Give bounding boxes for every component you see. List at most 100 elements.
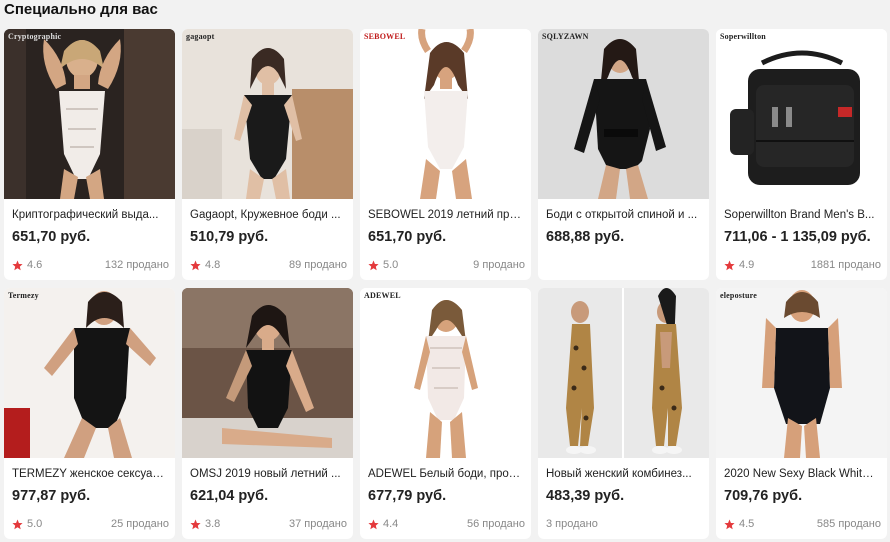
product-card[interactable]: gagaopt Gagaopt, Кружевное боди ... 510,… — [182, 29, 353, 280]
product-meta: 4.9 1881 продано — [724, 258, 881, 272]
sold-count: 1881 продано — [810, 259, 881, 271]
star-icon — [368, 260, 379, 270]
product-card[interactable]: SQLYZAWN Боди с открытой спиной и ... 68… — [538, 29, 709, 280]
product-image[interactable]: eleposture — [716, 288, 887, 458]
product-price: 711,06 - 1 135,09 руб. — [724, 229, 871, 245]
product-title[interactable]: ADEWEL Белый боди, проз... — [368, 468, 523, 480]
brand-watermark: Soperwillton — [720, 32, 766, 41]
product-image[interactable]: SQLYZAWN — [538, 29, 709, 199]
rating: 3.8 — [190, 518, 220, 530]
product-price: 977,87 руб. — [12, 488, 91, 504]
rating: 4.6 — [12, 259, 42, 271]
product-image[interactable]: gagaopt — [182, 29, 353, 199]
sold-count: 132 продано — [104, 259, 169, 271]
black-lace-bodysuit-photo — [4, 288, 175, 458]
product-image[interactable]: Soperwillton — [716, 29, 887, 199]
product-title[interactable]: Gagaopt, Кружевное боди ... — [190, 209, 345, 221]
product-card[interactable]: ADEWEL ADEWEL Белый боди, проз... 677,79… — [360, 288, 531, 539]
star-icon — [190, 260, 201, 270]
rating-value: 5.0 — [383, 259, 399, 271]
brand-watermark: SQLYZAWN — [542, 32, 589, 41]
rating: 4.4 — [368, 518, 398, 530]
brand-watermark: eleposture — [720, 291, 757, 300]
sold-count: 25 продано — [111, 518, 169, 530]
product-price: 651,70 руб. — [368, 229, 447, 245]
product-image[interactable] — [182, 288, 353, 458]
product-image[interactable]: ADEWEL — [360, 288, 531, 458]
brand-watermark: SEBOWEL — [364, 32, 406, 41]
rating-value: 5.0 — [27, 518, 43, 530]
sold-count: 585 продано — [816, 518, 881, 530]
product-title[interactable]: SEBOWEL 2019 летний про... — [368, 209, 523, 221]
rating-value: 4.6 — [27, 259, 43, 271]
product-price: 651,70 руб. — [12, 229, 91, 245]
product-card[interactable]: OMSJ 2019 новый летний ... 621,04 руб. 3… — [182, 288, 353, 539]
black-shoulder-bag-photo — [716, 29, 887, 199]
brand-watermark: Cryptographic — [8, 32, 62, 41]
product-card[interactable]: eleposture 2020 New Sexy Black White ...… — [716, 288, 887, 539]
white-bodysuit-photo — [360, 29, 531, 199]
black-lace-bodysuit-photo — [182, 29, 353, 199]
product-title[interactable]: 2020 New Sexy Black White ... — [724, 468, 879, 480]
product-image[interactable]: SEBOWEL — [360, 29, 531, 199]
brand-watermark: gagaopt — [186, 32, 215, 41]
product-image[interactable]: Cryptographic — [4, 29, 175, 199]
product-title[interactable]: Soperwillton Brand Men's B... — [724, 209, 879, 221]
product-card[interactable]: Termezy TERMEZY женское сексуаль... 977,… — [4, 288, 175, 539]
sold-count: 37 продано — [289, 518, 347, 530]
product-price: 688,88 руб. — [546, 229, 625, 245]
product-price: 621,04 руб. — [190, 488, 269, 504]
sold-count: 9 продано — [473, 259, 525, 271]
white-lace-bodysuit-photo — [4, 29, 175, 199]
star-icon — [190, 519, 201, 529]
product-grid: Cryptographic Криптографический выда... … — [4, 29, 887, 539]
product-title[interactable]: Криптографический выда... — [12, 209, 167, 221]
product-price: 510,79 руб. — [190, 229, 269, 245]
product-meta: 4.8 89 продано — [190, 258, 347, 272]
star-icon — [368, 519, 379, 529]
leopard-jumpsuit-photo — [538, 288, 709, 458]
black-bodysuit-photo — [716, 288, 887, 458]
product-price: 677,79 руб. — [368, 488, 447, 504]
product-meta: 3.8 37 продано — [190, 517, 347, 531]
black-corset-bodysuit-photo — [182, 288, 353, 458]
product-card[interactable]: SEBOWEL SEBOWEL 2019 летний про... 651,7… — [360, 29, 531, 280]
product-title[interactable]: TERMEZY женское сексуаль... — [12, 468, 167, 480]
section-title: Специально для вас — [4, 1, 158, 18]
brand-watermark: ADEWEL — [364, 291, 401, 300]
rating-value: 4.9 — [739, 259, 755, 271]
star-icon — [724, 260, 735, 270]
star-icon — [12, 260, 23, 270]
product-title[interactable]: Боди с открытой спиной и ... — [546, 209, 701, 221]
product-image[interactable] — [538, 288, 709, 458]
product-card[interactable]: Soperwillton Soperwillton Brand Men's B.… — [716, 29, 887, 280]
sold-count: 3 продано — [546, 518, 598, 530]
rating-value: 4.4 — [383, 518, 399, 530]
product-meta: 4.6 132 продано — [12, 258, 169, 272]
sold-count: 89 продано — [289, 259, 347, 271]
product-meta: 3 продано — [546, 517, 703, 531]
white-sheer-bodysuit-photo — [360, 288, 531, 458]
product-meta: 5.0 25 продано — [12, 517, 169, 531]
product-card[interactable]: Новый женский комбинез... 483,39 руб. 3 … — [538, 288, 709, 539]
product-title[interactable]: OMSJ 2019 новый летний ... — [190, 468, 345, 480]
star-icon — [12, 519, 23, 529]
rating: 5.0 — [368, 259, 398, 271]
product-meta: 4.5 585 продано — [724, 517, 881, 531]
rating: 4.5 — [724, 518, 754, 530]
product-image[interactable]: Termezy — [4, 288, 175, 458]
product-price: 709,76 руб. — [724, 488, 803, 504]
product-card[interactable]: Cryptographic Криптографический выда... … — [4, 29, 175, 280]
product-meta: 4.4 56 продано — [368, 517, 525, 531]
sold-count: 56 продано — [467, 518, 525, 530]
rating-value: 4.8 — [205, 259, 221, 271]
rating-value: 4.5 — [739, 518, 755, 530]
rating-value: 3.8 — [205, 518, 221, 530]
product-meta: 5.0 9 продано — [368, 258, 525, 272]
rating: 4.8 — [190, 259, 220, 271]
product-title[interactable]: Новый женский комбинез... — [546, 468, 701, 480]
product-price: 483,39 руб. — [546, 488, 625, 504]
star-icon — [724, 519, 735, 529]
black-lace-longsleeve-bodysuit-photo — [538, 29, 709, 199]
rating: 5.0 — [12, 518, 42, 530]
